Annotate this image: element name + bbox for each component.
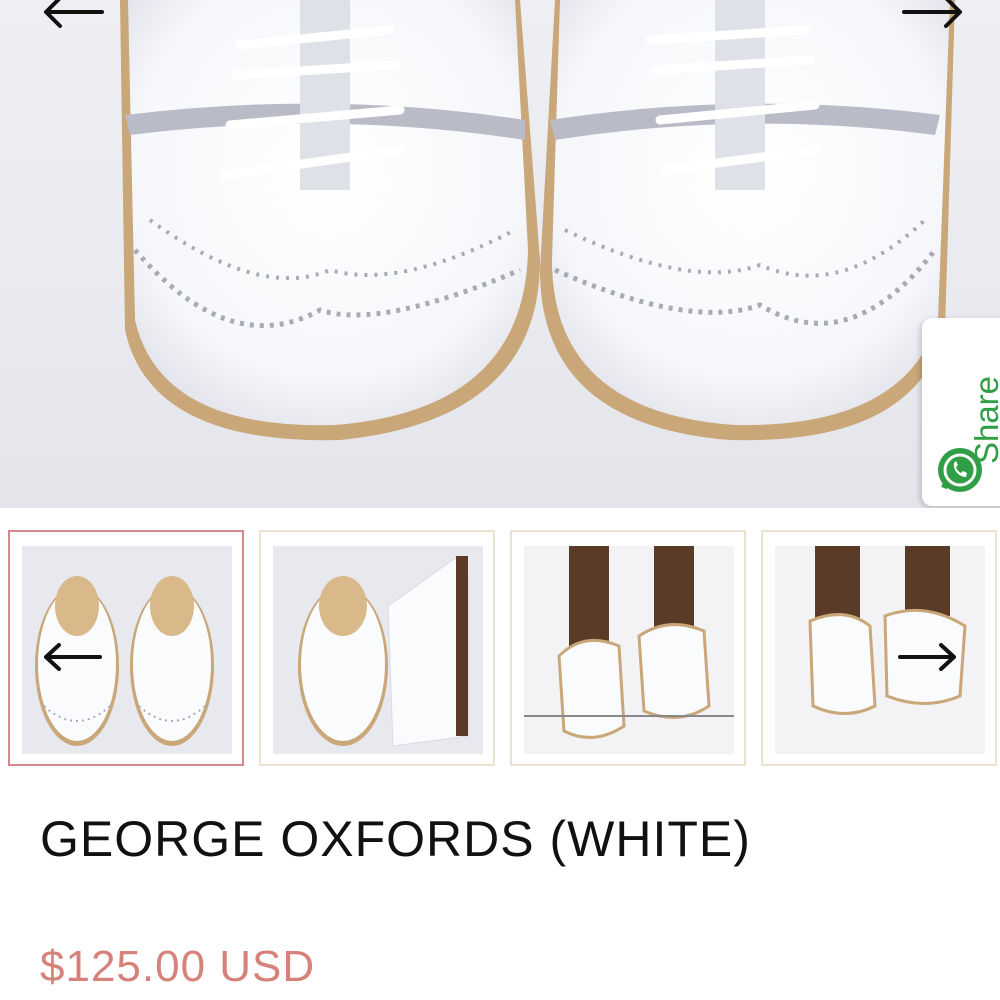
arrow-left-icon[interactable] bbox=[38, 0, 108, 32]
thumbnail-prev-arrow-icon[interactable] bbox=[40, 640, 104, 674]
product-title: GEORGE OXFORDS (WHITE) bbox=[40, 811, 751, 867]
share-button[interactable]: Share bbox=[922, 318, 1000, 506]
arrow-right-icon[interactable] bbox=[898, 0, 968, 32]
thumbnail-3[interactable] bbox=[510, 530, 746, 766]
hero-shoes-illustration bbox=[120, 0, 955, 441]
thumbnail-2[interactable] bbox=[259, 530, 495, 766]
thumbnail-next-arrow-icon[interactable] bbox=[896, 640, 960, 674]
thumbnail-image bbox=[273, 546, 483, 754]
product-hero-image: Share bbox=[0, 0, 1000, 508]
product-price: $125.00 USD bbox=[40, 942, 316, 991]
thumbnail-image bbox=[524, 546, 734, 754]
thumbnail-4[interactable] bbox=[761, 530, 997, 766]
whatsapp-icon bbox=[938, 448, 982, 492]
thumbnail-gallery bbox=[0, 530, 1000, 772]
